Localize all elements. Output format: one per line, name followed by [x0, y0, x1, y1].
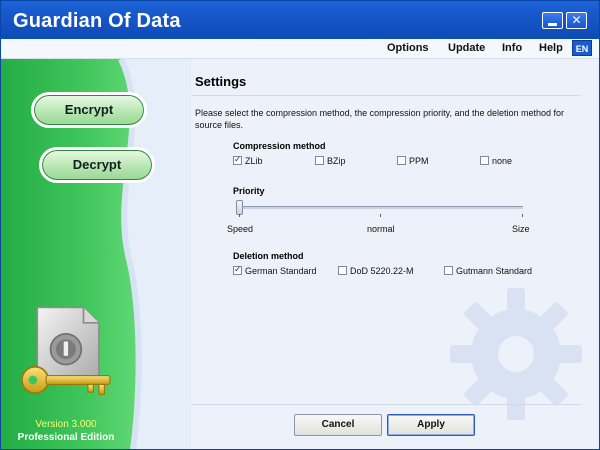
checkbox[interactable]: [233, 264, 242, 275]
gear-watermark-icon: [450, 288, 582, 420]
priority-normal-label: normal: [367, 224, 395, 234]
priority-label: Priority: [233, 186, 265, 196]
slider-tick: [522, 214, 523, 217]
page-title: Settings: [195, 74, 247, 89]
footer-divider: [191, 404, 581, 405]
language-button[interactable]: EN: [572, 40, 592, 56]
checkbox[interactable]: [338, 266, 347, 275]
priority-slider-track[interactable]: [239, 206, 523, 209]
edition-label: Professional Edition: [17, 432, 115, 443]
locked-document-with-key-icon: [21, 306, 111, 395]
menu-item-help[interactable]: Help: [539, 42, 563, 54]
checkbox[interactable]: [397, 156, 406, 165]
compression-option-ppm[interactable]: PPM: [397, 156, 429, 166]
checkbox[interactable]: [444, 266, 453, 275]
deletion-method-label: Deletion method: [233, 251, 304, 261]
checkbox[interactable]: [233, 154, 242, 165]
app-window: Guardian Of Data ✕ Options Update Info H…: [0, 0, 600, 450]
compression-option-bzip[interactable]: BZip: [315, 156, 346, 166]
minimize-icon: [548, 23, 557, 26]
decrypt-button[interactable]: Decrypt: [39, 147, 155, 183]
settings-description: Please select the compression method, th…: [195, 108, 565, 130]
menu-item-info[interactable]: Info: [502, 42, 522, 54]
title-bar[interactable]: Guardian Of Data ✕: [1, 1, 599, 39]
deletion-option-gutmann[interactable]: Gutmann Standard: [444, 266, 532, 276]
minimize-button[interactable]: [542, 12, 563, 29]
sidebar: Encrypt Decrypt Version 3.000 Profession…: [1, 59, 191, 449]
priority-size-label: Size: [512, 224, 530, 234]
compression-option-none[interactable]: none: [480, 156, 512, 166]
cancel-button[interactable]: Cancel: [294, 414, 382, 436]
settings-panel: Settings Please select the compression m…: [191, 59, 599, 449]
priority-speed-label: Speed: [227, 224, 254, 234]
close-button[interactable]: ✕: [566, 12, 587, 29]
deletion-option-german-standard[interactable]: German Standard: [233, 264, 317, 276]
apply-button[interactable]: Apply: [387, 414, 475, 436]
version-label: Version 3.000: [35, 419, 97, 430]
compression-option-zlib[interactable]: ZLib: [233, 154, 263, 166]
checkbox[interactable]: [315, 156, 324, 165]
priority-slider-thumb[interactable]: [236, 200, 243, 215]
compression-method-label: Compression method: [233, 141, 326, 151]
menu-item-update[interactable]: Update: [448, 42, 485, 54]
title-divider: [191, 95, 581, 96]
app-title: Guardian Of Data: [13, 10, 181, 32]
menu-bar: Options Update Info Help EN: [1, 39, 599, 59]
slider-tick: [380, 214, 381, 217]
encrypt-button[interactable]: Encrypt: [31, 92, 147, 128]
slider-tick: [239, 214, 240, 217]
close-icon: ✕: [571, 13, 582, 27]
deletion-option-dod[interactable]: DoD 5220.22-M: [338, 266, 414, 276]
menu-item-options[interactable]: Options: [387, 42, 429, 54]
checkbox[interactable]: [480, 156, 489, 165]
